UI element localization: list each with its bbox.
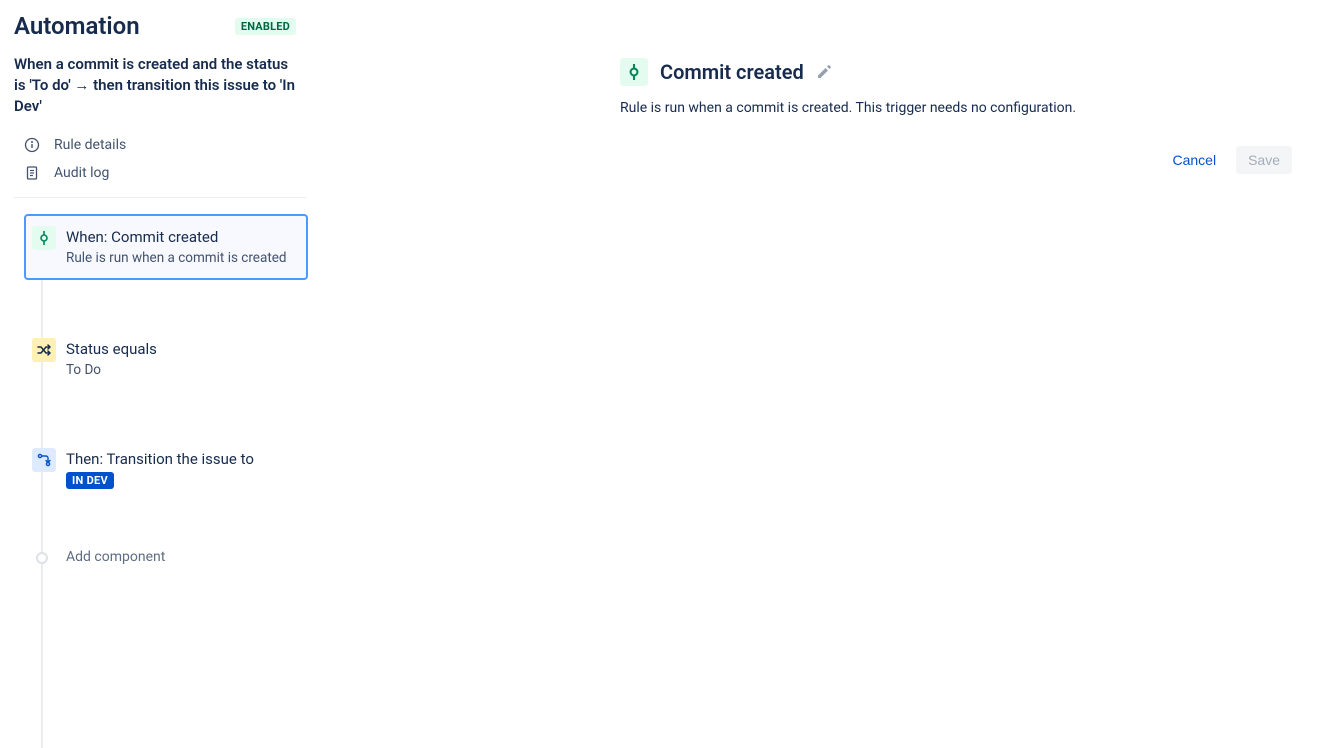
nav-rule-details-label: Rule details	[54, 137, 126, 153]
add-dot-icon	[36, 552, 48, 564]
page-title: Automation	[14, 12, 140, 40]
condition-sub: To Do	[66, 362, 294, 378]
nav-rule-details[interactable]: Rule details	[14, 131, 306, 159]
detail-panel: Commit created Rule is run when a commit…	[320, 0, 1318, 548]
info-icon	[24, 137, 40, 153]
action-card[interactable]: Then: Transition the issue to IN DEV	[26, 438, 306, 501]
panel-description: Rule is run when a commit is created. Th…	[620, 100, 1298, 116]
document-icon	[24, 165, 40, 181]
left-sidebar: Automation ENABLED When a commit is crea…	[0, 0, 320, 548]
status-badge: ENABLED	[235, 18, 296, 35]
action-title: Then: Transition the issue to	[66, 450, 294, 468]
add-component[interactable]: Add component	[26, 549, 306, 565]
action-lozenge: IN DEV	[66, 472, 114, 489]
shuffle-icon	[32, 338, 56, 362]
cancel-button[interactable]: Cancel	[1160, 146, 1228, 174]
divider	[14, 197, 306, 198]
rule-name[interactable]: When a commit is created and the status …	[14, 54, 306, 117]
trigger-title: When: Commit created	[66, 228, 294, 246]
commit-icon	[32, 226, 56, 250]
condition-card[interactable]: Status equals To Do	[26, 328, 306, 390]
nav-audit-log-label: Audit log	[54, 165, 109, 181]
trigger-sub: Rule is run when a commit is created	[66, 250, 294, 266]
condition-title: Status equals	[66, 340, 294, 358]
add-component-label: Add component	[66, 549, 165, 565]
rule-flow: When: Commit created Rule is run when a …	[14, 214, 306, 565]
panel-title: Commit created	[660, 60, 804, 84]
trigger-card[interactable]: When: Commit created Rule is run when a …	[24, 214, 308, 280]
pencil-icon[interactable]	[816, 64, 832, 80]
save-button: Save	[1236, 146, 1292, 174]
commit-icon	[620, 58, 648, 86]
nav-audit-log[interactable]: Audit log	[14, 159, 306, 187]
transition-icon	[32, 448, 56, 472]
